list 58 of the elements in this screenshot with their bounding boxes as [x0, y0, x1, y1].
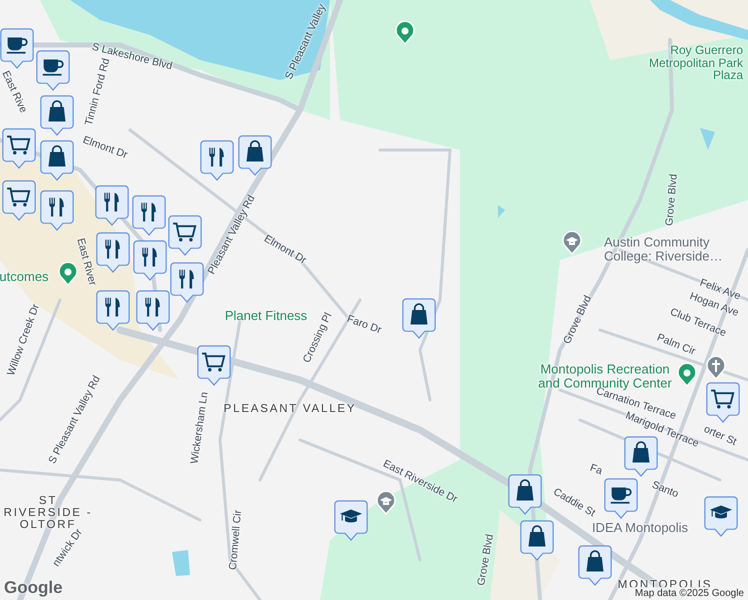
street-label: Wickersham Ln	[190, 391, 210, 465]
park-pin-icon[interactable]	[677, 363, 697, 387]
street-label: Grove Blvd	[476, 533, 496, 587]
shopping-marker[interactable]	[40, 140, 74, 181]
shopping-marker[interactable]	[40, 95, 74, 136]
street-label: Cromwell Cir	[228, 510, 244, 570]
street-label: Elmont Dr	[81, 134, 129, 162]
street-label: East Rive	[0, 69, 28, 115]
shopping-marker[interactable]	[238, 135, 272, 176]
shopping-marker[interactable]	[402, 298, 436, 339]
street-label: East River	[74, 237, 98, 287]
restaurant-marker[interactable]	[132, 195, 166, 236]
shopping-marker[interactable]	[520, 520, 554, 561]
grocery-marker[interactable]	[706, 382, 740, 423]
school-pin-icon[interactable]	[376, 491, 396, 515]
google-logo: Google	[4, 578, 63, 598]
cafe-marker[interactable]	[604, 478, 638, 519]
area-label: PLEASANT VALLEY	[224, 402, 356, 416]
restaurant-marker[interactable]	[96, 290, 130, 331]
grocery-marker[interactable]	[197, 345, 231, 386]
cross-pin-icon[interactable]	[706, 356, 726, 380]
street-label: Fa	[588, 462, 604, 478]
shopping-marker[interactable]	[508, 474, 542, 515]
restaurant-marker[interactable]	[40, 190, 74, 231]
street-label: Grove Blvd	[562, 294, 594, 346]
restaurant-marker[interactable]	[136, 290, 170, 331]
place-label: Roy Guerrero Metropolitan Park Plaza	[648, 44, 743, 82]
place-label: Montopolis Recreation and Community Center	[537, 362, 673, 390]
school-pin-icon[interactable]	[562, 231, 582, 255]
cafe-marker[interactable]	[0, 28, 34, 69]
park-pin-icon[interactable]	[395, 21, 415, 45]
street-label: Palm Cir	[655, 332, 697, 358]
restaurant-marker[interactable]	[133, 240, 167, 281]
grocery-marker[interactable]	[2, 180, 36, 221]
restaurant-marker[interactable]	[200, 140, 234, 181]
place-label: Planet Fitness	[224, 309, 308, 323]
pond-area	[172, 550, 190, 576]
street-label: Santo	[650, 480, 680, 500]
park-pin-icon[interactable]	[58, 262, 78, 286]
street-label: Faro Dr	[345, 314, 383, 336]
school-marker[interactable]	[704, 496, 738, 537]
cafe-marker[interactable]	[36, 50, 70, 91]
restaurant-marker[interactable]	[96, 232, 130, 273]
place-label: IDEA Montopolis	[592, 521, 688, 535]
street-label: Grove Blvd	[664, 174, 680, 226]
place-label: Austin Community College: Riverside…	[604, 235, 724, 263]
pond-area	[498, 205, 505, 218]
restaurant-marker[interactable]	[170, 262, 204, 303]
street-label: Willow Creek Dr	[6, 302, 42, 378]
shopping-marker[interactable]	[578, 545, 612, 586]
restaurant-marker[interactable]	[95, 185, 129, 226]
pond-area	[700, 128, 715, 150]
street-label: orter St	[702, 424, 738, 448]
shopping-marker[interactable]	[624, 436, 658, 477]
school-marker[interactable]	[334, 500, 368, 541]
place-label: utcomes	[0, 270, 49, 284]
grocery-marker[interactable]	[2, 128, 36, 169]
grocery-marker[interactable]	[168, 215, 202, 256]
